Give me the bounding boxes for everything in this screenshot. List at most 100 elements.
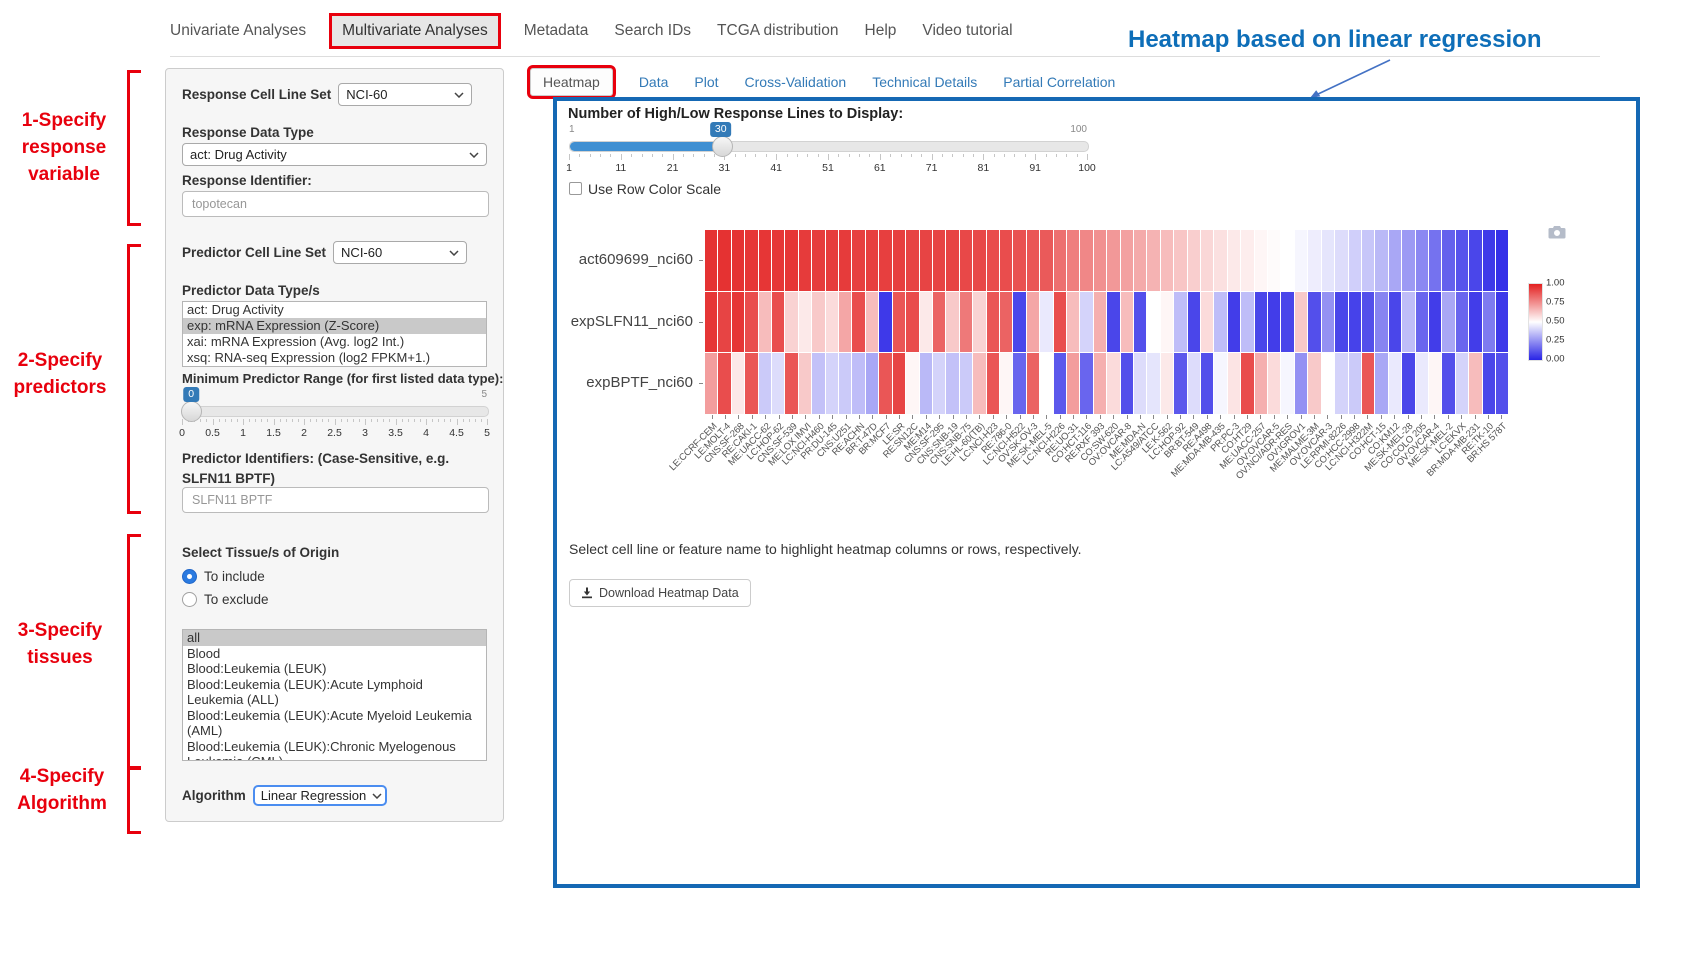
heatmap-cell[interactable] <box>1402 353 1414 414</box>
response-data-type-select[interactable]: act: Drug Activity <box>182 143 487 166</box>
list-option[interactable]: xai: mRNA Expression (Avg. log2 Int.) <box>183 334 486 350</box>
heatmap-cell[interactable] <box>718 353 730 414</box>
heatmap-cell[interactable] <box>1161 353 1173 414</box>
heatmap-cell[interactable] <box>1268 353 1280 414</box>
heatmap-cell[interactable] <box>1322 292 1334 353</box>
response-cell-line-set-select[interactable]: NCI-60 <box>338 83 472 106</box>
heatmap-cell[interactable] <box>826 292 838 353</box>
heatmap-cell[interactable] <box>1402 230 1414 291</box>
heatmap-cell[interactable] <box>799 353 811 414</box>
heatmap-cell[interactable] <box>933 353 945 414</box>
nav-item-metadata[interactable]: Metadata <box>524 22 589 40</box>
heatmap-cell[interactable] <box>1027 353 1039 414</box>
heatmap-cell[interactable] <box>745 230 757 291</box>
response-identifier-input[interactable]: topotecan <box>182 191 489 217</box>
heatmap-cell[interactable] <box>812 292 824 353</box>
heatmap-cell[interactable] <box>1054 353 1066 414</box>
list-option[interactable]: exp: mRNA Expression (Z-Score) <box>183 318 486 334</box>
heatmap-cell[interactable] <box>1013 230 1025 291</box>
heatmap-cell[interactable] <box>759 353 771 414</box>
list-option[interactable]: xsq: RNA-seq Expression (log2 FPKM+1.) <box>183 350 486 366</box>
tab-partial-correlation[interactable]: Partial Correlation <box>1003 74 1115 90</box>
heatmap-cell[interactable] <box>1349 292 1361 353</box>
heatmap-cell[interactable] <box>785 230 797 291</box>
tab-plot[interactable]: Plot <box>694 74 718 90</box>
heatmap-cell[interactable] <box>1134 353 1146 414</box>
heatmap-cell[interactable] <box>1456 230 1468 291</box>
heatmap-cell[interactable] <box>1000 353 1012 414</box>
heatmap-cell[interactable] <box>1469 292 1481 353</box>
heatmap-cell[interactable] <box>1255 292 1267 353</box>
heatmap-cell[interactable] <box>1362 292 1374 353</box>
heatmap-cell[interactable] <box>1375 292 1387 353</box>
heatmap-cell[interactable] <box>1201 230 1213 291</box>
heatmap-cell[interactable] <box>1308 292 1320 353</box>
heatmap-cell[interactable] <box>1067 230 1079 291</box>
heatmap-cell[interactable] <box>973 230 985 291</box>
heatmap-cell[interactable] <box>718 230 730 291</box>
slider-track[interactable] <box>182 406 489 417</box>
predictor-data-type-list[interactable]: act: Drug Activityexp: mRNA Expression (… <box>182 301 487 367</box>
heatmap-cell[interactable] <box>933 292 945 353</box>
heatmap-cell[interactable] <box>772 230 784 291</box>
heatmap-cell[interactable] <box>799 230 811 291</box>
heatmap-cell[interactable] <box>1013 353 1025 414</box>
heatmap-cell[interactable] <box>1322 230 1334 291</box>
heatmap-cell[interactable] <box>785 353 797 414</box>
heatmap-cell[interactable] <box>893 292 905 353</box>
heatmap-cell[interactable] <box>1335 230 1347 291</box>
heatmap-cell[interactable] <box>906 230 918 291</box>
heatmap-cell[interactable] <box>1161 292 1173 353</box>
heatmap-cell[interactable] <box>946 292 958 353</box>
heatmap-cell[interactable] <box>1080 292 1092 353</box>
heatmap-cell[interactable] <box>1442 230 1454 291</box>
heatmap-cell[interactable] <box>852 292 864 353</box>
heatmap-cell[interactable] <box>1080 230 1092 291</box>
heatmap-row-label[interactable]: expSLFN11_nci60 <box>571 313 693 330</box>
heatmap-cell[interactable] <box>1349 230 1361 291</box>
heatmap-cell[interactable] <box>852 353 864 414</box>
heatmap-cell[interactable] <box>1402 292 1414 353</box>
heatmap-cell[interactable] <box>745 353 757 414</box>
heatmap-cell[interactable] <box>839 292 851 353</box>
heatmap-cell[interactable] <box>759 230 771 291</box>
heatmap-cell[interactable] <box>1308 353 1320 414</box>
heatmap-cell[interactable] <box>745 292 757 353</box>
heatmap-cell[interactable] <box>1349 353 1361 414</box>
heatmap-cell[interactable] <box>1188 230 1200 291</box>
heatmap-cell[interactable] <box>1295 230 1307 291</box>
heatmap-cell[interactable] <box>960 292 972 353</box>
heatmap-cell[interactable] <box>1255 353 1267 414</box>
heatmap-cell[interactable] <box>879 292 891 353</box>
heatmap-cell[interactable] <box>1080 353 1092 414</box>
nav-item-search-ids[interactable]: Search IDs <box>614 22 691 40</box>
heatmap-cell[interactable] <box>1147 292 1159 353</box>
heatmap-cell[interactable] <box>1456 292 1468 353</box>
heatmap-cell[interactable] <box>705 292 717 353</box>
heatmap-cell[interactable] <box>1429 292 1441 353</box>
heatmap-cell[interactable] <box>1416 292 1428 353</box>
download-heatmap-button[interactable]: Download Heatmap Data <box>569 579 751 607</box>
heatmap-cell[interactable] <box>1241 292 1253 353</box>
heatmap-cell[interactable] <box>1040 353 1052 414</box>
heatmap-cell[interactable] <box>920 353 932 414</box>
heatmap-cell[interactable] <box>1483 230 1495 291</box>
heatmap-cell[interactable] <box>1255 230 1267 291</box>
heatmap-cell[interactable] <box>1094 353 1106 414</box>
tissue-list[interactable]: allBloodBlood:Leukemia (LEUK)Blood:Leuke… <box>182 629 487 761</box>
heatmap-cell[interactable] <box>772 353 784 414</box>
heatmap-cell[interactable] <box>799 292 811 353</box>
heatmap-row-label[interactable]: act609699_nci60 <box>579 251 693 268</box>
radio-option-exclude[interactable]: To exclude <box>182 592 487 607</box>
list-option[interactable]: act: Drug Activity <box>183 302 486 318</box>
heatmap-cell[interactable] <box>1201 353 1213 414</box>
heatmap-cell[interactable] <box>1067 353 1079 414</box>
heatmap-cell[interactable] <box>987 292 999 353</box>
heatmap-cell[interactable] <box>906 292 918 353</box>
heatmap-cell[interactable] <box>1121 292 1133 353</box>
nav-item-univariate-analyses[interactable]: Univariate Analyses <box>170 22 306 40</box>
heatmap-cell[interactable] <box>1174 292 1186 353</box>
heatmap-cell[interactable] <box>1147 230 1159 291</box>
heatmap-cell[interactable] <box>1496 230 1508 291</box>
heatmap-cell[interactable] <box>1040 230 1052 291</box>
